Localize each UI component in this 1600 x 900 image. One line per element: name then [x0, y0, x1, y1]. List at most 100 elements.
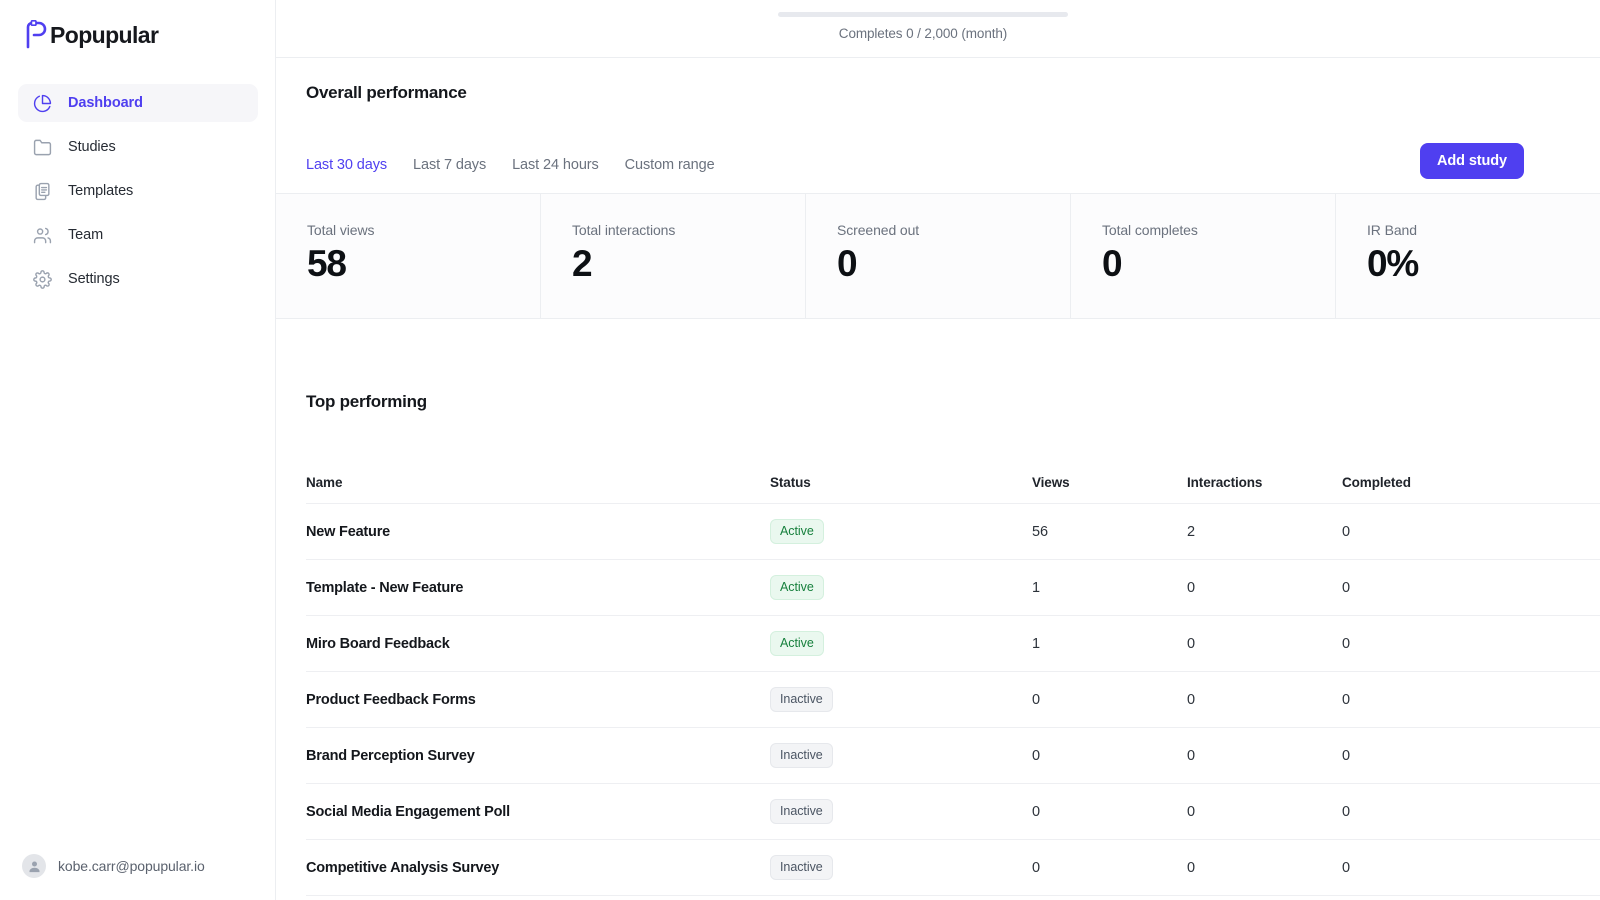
- top-performing-title: Top performing: [306, 392, 427, 411]
- completes-progress-bar: [778, 12, 1068, 17]
- cell-study-name: Social Media Engagement Poll: [306, 803, 510, 820]
- cell-interactions: 0: [1187, 691, 1195, 708]
- sidebar-item-label: Templates: [68, 183, 134, 199]
- users-icon: [32, 225, 52, 245]
- cell-completed: 0: [1342, 803, 1350, 820]
- sidebar-item-settings[interactable]: Settings: [18, 260, 258, 298]
- table-row[interactable]: New Feature Active 56 2 0: [306, 504, 1600, 560]
- status-badge: Inactive: [770, 743, 833, 768]
- cell-interactions: 2: [1187, 523, 1195, 540]
- completes-quota-label: Completes 0 / 2,000 (month): [838, 26, 1008, 41]
- stat-label: Screened out: [837, 222, 920, 238]
- cell-status: Active: [770, 575, 1032, 600]
- status-badge: Inactive: [770, 687, 833, 712]
- sidebar-user-account[interactable]: kobe.carr@popupular.io: [22, 854, 205, 878]
- sidebar-item-label: Settings: [68, 271, 120, 287]
- cell-interactions: 0: [1187, 747, 1195, 764]
- stat-value: 58: [307, 243, 347, 284]
- cell-status: Inactive: [770, 855, 1032, 880]
- user-email: kobe.carr@popupular.io: [58, 858, 205, 874]
- top-performing-table: Name Status Views Interactions Completed…: [306, 462, 1600, 896]
- cell-completed: 0: [1342, 859, 1350, 876]
- table-body: New Feature Active 56 2 0 Template - New Feat…: [306, 504, 1600, 896]
- sidebar: Popupular Dashboard Studies Templates Te…: [0, 0, 276, 900]
- column-header-interactions: Interactions: [1187, 475, 1263, 490]
- cell-completed: 0: [1342, 523, 1350, 540]
- cell-views: 0: [1032, 859, 1040, 876]
- stat-label: Total interactions: [572, 222, 676, 238]
- quota-bar: Completes 0 / 2,000 (month): [276, 0, 1600, 58]
- clipboard-icon: [32, 181, 52, 201]
- main-content: Completes 0 / 2,000 (month) Overall perf…: [276, 0, 1600, 900]
- column-header-completed: Completed: [1342, 475, 1411, 490]
- gear-icon: [32, 269, 52, 289]
- stat-value: 0: [837, 243, 858, 284]
- cell-completed: 0: [1342, 579, 1350, 596]
- dashboard-page: Popupular Dashboard Studies Templates Te…: [0, 0, 1600, 900]
- stat-cards: Total views 58 Total interactions 2 Scre…: [276, 193, 1600, 319]
- tab-custom-range[interactable]: Custom range: [625, 157, 715, 173]
- cell-study-name: Template - New Feature: [306, 579, 464, 596]
- sidebar-item-templates[interactable]: Templates: [18, 172, 258, 210]
- cell-study-name: New Feature: [306, 523, 391, 540]
- stat-label: IR Band: [1367, 222, 1417, 238]
- column-header-name: Name: [306, 475, 343, 490]
- cell-interactions: 0: [1187, 635, 1195, 652]
- cell-views: 0: [1032, 691, 1040, 708]
- table-row[interactable]: Social Media Engagement Poll Inactive 0 0 0: [306, 784, 1600, 840]
- stat-value: 0%: [1367, 243, 1419, 284]
- table-row[interactable]: Competitive Analysis Survey Inactive 0 0 0: [306, 840, 1600, 896]
- stat-card-total-views: Total views 58: [276, 194, 541, 318]
- brand-name: Popupular: [50, 21, 159, 48]
- table-row[interactable]: Brand Perception Survey Inactive 0 0 0: [306, 728, 1600, 784]
- cell-status: Inactive: [770, 743, 1032, 768]
- stat-label: Total views: [307, 222, 375, 238]
- tab-last-7-days[interactable]: Last 7 days: [413, 157, 486, 173]
- cell-study-name: Brand Perception Survey: [306, 747, 475, 764]
- cell-interactions: 0: [1187, 859, 1195, 876]
- cell-views: 56: [1032, 523, 1048, 540]
- cell-study-name: Competitive Analysis Survey: [306, 859, 500, 876]
- cell-views: 0: [1032, 747, 1040, 764]
- status-badge: Inactive: [770, 799, 833, 824]
- cell-views: 1: [1032, 579, 1040, 596]
- stat-card-total-interactions: Total interactions 2: [541, 194, 806, 318]
- stat-value: 0: [1102, 243, 1123, 284]
- table-row[interactable]: Miro Board Feedback Active 1 0 0: [306, 616, 1600, 672]
- table-row[interactable]: Template - New Feature Active 1 0 0: [306, 560, 1600, 616]
- cell-views: 0: [1032, 803, 1040, 820]
- cell-interactions: 0: [1187, 579, 1195, 596]
- cell-status: Inactive: [770, 687, 1032, 712]
- sidebar-nav: Dashboard Studies Templates Team Setting…: [18, 84, 258, 304]
- column-header-status: Status: [770, 475, 811, 490]
- cell-completed: 0: [1342, 747, 1350, 764]
- cell-completed: 0: [1342, 691, 1350, 708]
- tab-last-24-hours[interactable]: Last 24 hours: [512, 157, 599, 173]
- sidebar-item-label: Studies: [68, 139, 116, 155]
- tab-last-30-days[interactable]: Last 30 days: [306, 157, 387, 173]
- status-badge: Active: [770, 631, 824, 656]
- brand-logo[interactable]: Popupular: [22, 18, 159, 52]
- sidebar-item-label: Team: [68, 227, 104, 243]
- cell-study-name: Product Feedback Forms: [306, 691, 476, 708]
- sidebar-item-label: Dashboard: [68, 95, 143, 111]
- cell-views: 1: [1032, 635, 1040, 652]
- stat-value: 2: [572, 243, 593, 284]
- sidebar-item-studies[interactable]: Studies: [18, 128, 258, 166]
- table-row[interactable]: Product Feedback Forms Inactive 0 0 0: [306, 672, 1600, 728]
- date-range-tabs: Last 30 days Last 7 days Last 24 hours C…: [306, 143, 1600, 187]
- status-badge: Active: [770, 575, 824, 600]
- pie-chart-icon: [32, 93, 52, 113]
- add-study-button[interactable]: Add study: [1420, 143, 1524, 179]
- status-badge: Inactive: [770, 855, 833, 880]
- sidebar-item-dashboard[interactable]: Dashboard: [18, 84, 258, 122]
- stat-label: Total completes: [1102, 222, 1198, 238]
- user-avatar-icon: [22, 854, 46, 878]
- folder-icon: [32, 137, 52, 157]
- stat-card-ir-band: IR Band 0%: [1336, 194, 1600, 318]
- sidebar-item-team[interactable]: Team: [18, 216, 258, 254]
- page-title: Overall performance: [306, 83, 467, 102]
- popup-bubble-icon: [22, 19, 50, 50]
- cell-status: Active: [770, 519, 1032, 544]
- cell-interactions: 0: [1187, 803, 1195, 820]
